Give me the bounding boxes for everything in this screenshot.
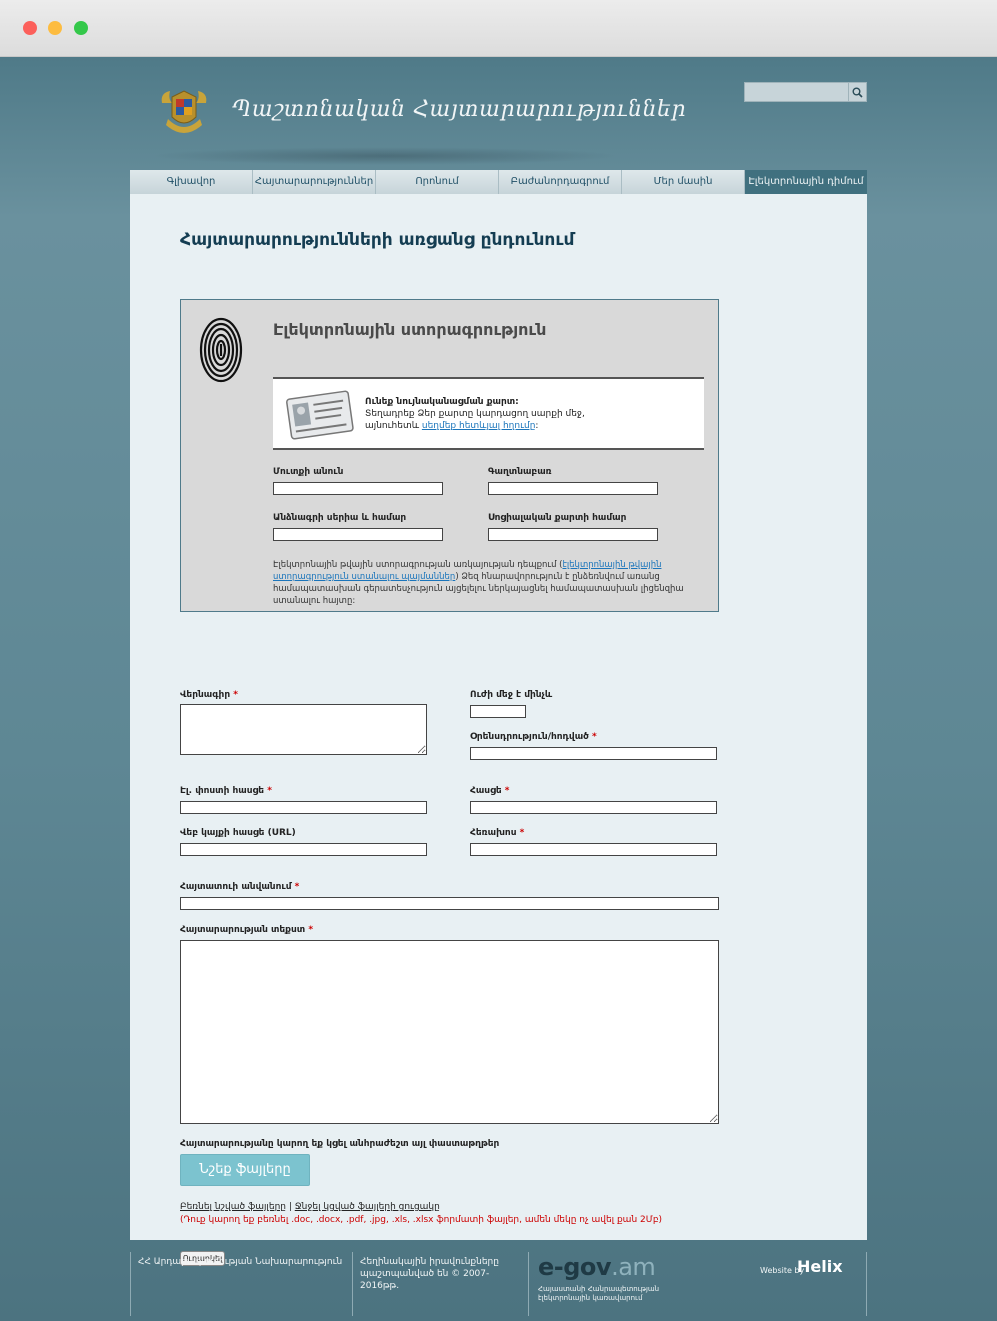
address-field-label-text: Հասցե [470, 786, 502, 796]
phone-input[interactable] [470, 843, 717, 856]
footer-copyright: Հեղինակային իրավունքները պաշտպանված են ©… [360, 1257, 499, 1291]
address-input[interactable] [470, 801, 717, 814]
page-title: Հայտարարությունների առցանց ընդունում [180, 230, 575, 250]
email-field-label-text: Էլ. փոստի հասցե [180, 786, 265, 796]
law-field-label-text: Օրենսդրություն/հոդված [470, 732, 589, 742]
id-card-instructions: Ունեք նույնականացման քարտ: Տեղադրեք Ձեր … [365, 396, 585, 432]
armenian-coat-of-arms-logo[interactable] [158, 85, 210, 139]
website-input[interactable] [180, 843, 427, 856]
social-card-input[interactable] [488, 528, 658, 541]
attach-note: Հայտարարությանը կարող եք կցել անհրաժեշտ … [180, 1139, 500, 1149]
social-card-label: Սոցիալական քարտի համար [488, 513, 627, 523]
nav-announcements[interactable]: Հայտարարություններ [253, 170, 376, 194]
maximize-window-button[interactable] [74, 21, 88, 35]
passport-label: Անձնագրի սերիա և համար [273, 513, 407, 523]
announcer-input[interactable] [180, 897, 719, 910]
email-field-label: Էլ. փոստի հասցե * [180, 786, 272, 796]
egov-logo-am: .am [611, 1253, 656, 1281]
valid-until-label: Ուժի մեջ է մինչև [470, 690, 553, 700]
site-title[interactable]: Պաշտոնական Հայտարարություններ [232, 97, 686, 122]
required-mark: * [233, 690, 238, 700]
esign-title: Էլեկտրոնային ստորագրություն [273, 320, 547, 339]
upload-selected-files-link[interactable]: Բեռնել նշված ֆայլերը [180, 1202, 286, 1212]
password-label: Գաղտնաբառ [488, 467, 552, 477]
helix-logo[interactable]: Helix [797, 1257, 843, 1276]
required-mark: * [267, 786, 272, 796]
valid-until-input[interactable] [470, 705, 526, 718]
nav-home[interactable]: Գլխավոր [130, 170, 253, 194]
text-field-label: Հայտարարության տեքստ * [180, 925, 313, 935]
required-mark: * [294, 882, 300, 892]
login-input[interactable] [273, 482, 443, 495]
footer-ministry-link[interactable]: ՀՀ Արդարադատության Նախարարություն [138, 1256, 348, 1268]
email-input[interactable] [180, 801, 427, 814]
id-card-question: Ունեք նույնականացման քարտ: [365, 397, 519, 407]
id-card-link-prefix: այնուհետև [365, 421, 422, 431]
egov-logo[interactable]: e-gov.am [538, 1253, 656, 1281]
id-card-login-link[interactable]: սեղմեք հետևյալ հղումը [422, 421, 536, 431]
title-textarea[interactable] [180, 704, 427, 755]
law-input[interactable] [470, 747, 717, 760]
clear-files-link[interactable]: Ջնջել կցված ֆայլերի ցուցակը [295, 1202, 440, 1212]
required-mark: * [308, 925, 314, 935]
search-input[interactable] [744, 82, 848, 102]
id-card-link-line: այնուհետև սեղմեք հետևյալ հղումը: [365, 420, 585, 432]
footer-divider [528, 1252, 529, 1316]
egov-subtitle: Հայաստանի Հանրապետության էլեկտրոնային կա… [538, 1285, 660, 1302]
announcer-field-label-text: Հայտատուի անվանում [180, 882, 292, 892]
footer-divider [352, 1252, 353, 1316]
file-actions-separator: | [285, 1202, 295, 1212]
phone-field-label-text: Հեռախոս [470, 828, 517, 838]
esign-note-prefix: Էլեկտրոնային թվային ստորագրության առկայո… [273, 560, 563, 570]
nav-subscription[interactable]: Բաժանորդագրում [499, 170, 622, 194]
search-button[interactable] [848, 82, 867, 102]
nav-electronic-application[interactable]: Էլեկտրոնային դիմում [745, 170, 867, 194]
content-panel: Հայտարարությունների առցանց ընդունում Էլե… [130, 194, 867, 1266]
address-field-label: Հասցե * [470, 786, 510, 796]
login-label: Մուտքի անուն [273, 467, 344, 477]
required-mark: * [592, 732, 597, 742]
required-mark: * [519, 828, 525, 838]
browser-titlebar [0, 0, 997, 57]
footer-divider [866, 1252, 867, 1316]
file-actions: Բեռնել նշված ֆայլերը | Ջնջել կցված ֆայլե… [180, 1202, 440, 1212]
main-navigation: Գլխավոր Հայտարարություններ Որոնում Բաժան… [130, 170, 867, 194]
law-field-label: Օրենսդրություն/հոդված * [470, 732, 597, 742]
close-window-button[interactable] [23, 21, 37, 35]
title-field-label-text: Վերնագիր [180, 690, 231, 700]
search-icon [852, 87, 863, 98]
passport-input[interactable] [273, 528, 443, 541]
fingerprint-icon [199, 317, 243, 383]
required-mark: * [504, 786, 510, 796]
phone-field-label: Հեռախոս * [470, 828, 524, 838]
text-field-label-text: Հայտարարության տեքստ [180, 925, 306, 935]
egov-logo-main: e-gov [538, 1253, 612, 1281]
title-field-label: Վերնագիր * [180, 690, 238, 700]
select-files-button[interactable]: Նշեք ֆայլերը [180, 1154, 310, 1186]
announcement-text-textarea[interactable] [180, 940, 719, 1124]
esign-note: Էլեկտրոնային թվային ստորագրության առկայո… [273, 559, 703, 607]
minimize-window-button[interactable] [48, 21, 62, 35]
site-page: Պաշտոնական Հայտարարություններ Գլխավոր Հա… [0, 57, 997, 1321]
id-card-icon [286, 390, 354, 440]
nav-search[interactable]: Որոնում [376, 170, 499, 194]
announcer-field-label: Հայտատուի անվանում * [180, 882, 299, 892]
electronic-signature-box: Էլեկտրոնային ստորագրություն Ունեք նույնա… [180, 299, 719, 612]
nav-about[interactable]: Մեր մասին [622, 170, 745, 194]
id-card-panel: Ունեք նույնականացման քարտ: Տեղադրեք Ձեր … [273, 377, 704, 450]
website-field-label: Վեբ կայքի հասցե (URL) [180, 828, 296, 838]
footer-divider [130, 1252, 131, 1316]
header-shadow [150, 147, 620, 165]
id-card-link-suffix: : [535, 421, 539, 431]
id-card-insert-text: Տեղադրեք Ձեր քարտը կարդացող սարքի մեջ, [365, 409, 585, 419]
file-format-note: (Դուք կարող եք բեռնել .doc, .docx, .pdf,… [180, 1215, 663, 1225]
password-input[interactable] [488, 482, 658, 495]
